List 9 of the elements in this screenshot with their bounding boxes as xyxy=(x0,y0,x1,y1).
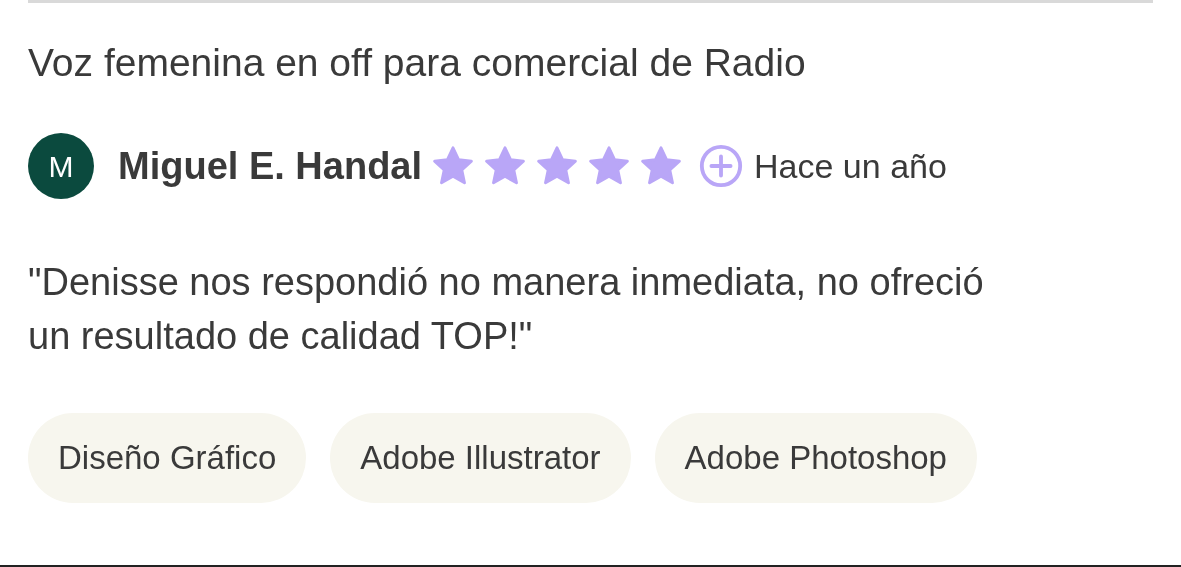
review-quote: "Denisse nos respondió no manera inmediata, no ofreció un resultado de calidad TOP!" xyxy=(28,260,985,359)
skill-tag: Adobe Illustrator xyxy=(330,413,631,503)
avatar: M xyxy=(28,133,94,199)
skill-tag: Adobe Photoshop xyxy=(654,413,977,503)
review-time: Hace un año xyxy=(754,145,947,187)
review-title: Voz femenina en off para comercial de Radio xyxy=(28,40,807,86)
skill-tag: Diseño Gráfico xyxy=(28,413,307,503)
plus-circle-icon xyxy=(698,143,745,189)
author-name: Miguel E. Handal xyxy=(118,143,423,189)
